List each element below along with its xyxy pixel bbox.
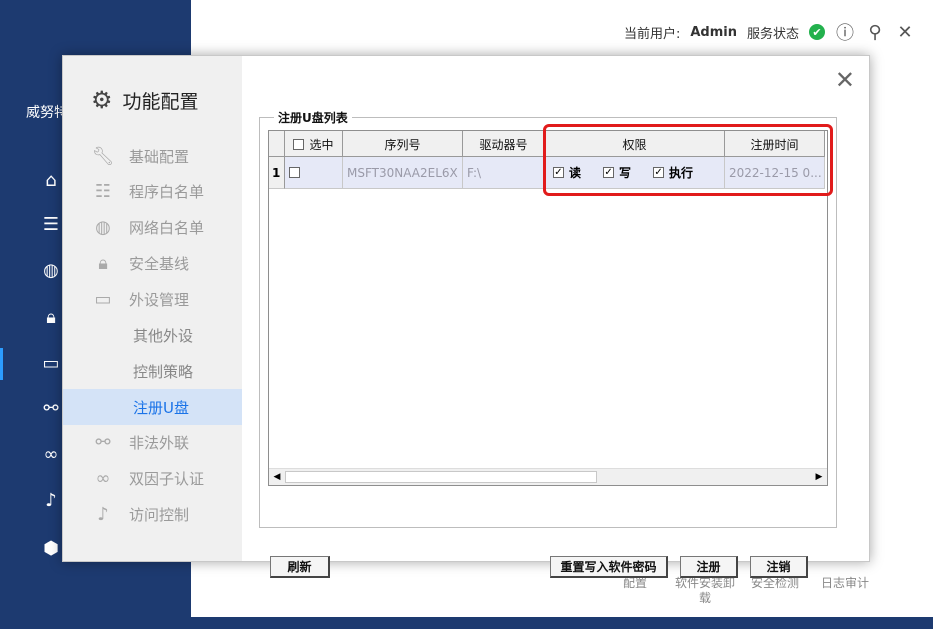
- nav-label: 非法外联: [129, 433, 190, 452]
- user-icon[interactable]: ⚲: [865, 22, 885, 43]
- nav-two-factor-auth[interactable]: ∞ 双因子认证: [63, 460, 242, 496]
- nav-other-peripherals[interactable]: 其他外设: [63, 317, 242, 353]
- nav-label: 程序白名单: [129, 182, 205, 201]
- app-bottom-bar: [0, 617, 933, 629]
- microphone-icon[interactable]: ♪: [38, 488, 64, 514]
- unregister-button[interactable]: 注销: [750, 556, 808, 578]
- service-status-label: 服务状态: [746, 26, 799, 42]
- refresh-button[interactable]: 刷新: [270, 556, 330, 578]
- nav-peripheral-mgmt[interactable]: ▭ 外设管理: [63, 281, 242, 317]
- tab-config[interactable]: 配置: [600, 576, 670, 606]
- nav-network-whitelist[interactable]: ◍ 网络白名单: [63, 209, 242, 245]
- nav-label: 外设管理: [129, 290, 190, 309]
- nav-label: 安全基线: [129, 254, 190, 273]
- row-checkbox[interactable]: [289, 167, 300, 178]
- group-title: 注册U盘列表: [274, 109, 352, 126]
- dialog-title-text: 功能配置: [122, 90, 199, 113]
- double-ring-icon: ∞: [95, 467, 111, 489]
- nav-control-policy[interactable]: 控制策略: [63, 353, 242, 389]
- row-header-corner: [269, 131, 285, 157]
- wrench-icon: 🔧︎: [91, 145, 115, 167]
- header-select[interactable]: 选中: [285, 131, 343, 157]
- double-ring-icon[interactable]: ∞: [38, 442, 64, 468]
- broken-link-icon: ⚯: [95, 431, 111, 453]
- register-button[interactable]: 注册: [680, 556, 738, 578]
- nav-label: 网络白名单: [129, 218, 205, 237]
- globe-icon[interactable]: ◍: [38, 258, 64, 284]
- tab-software-install[interactable]: 软件安装卸载: [670, 576, 740, 606]
- nav-label: 其他外设: [133, 326, 194, 345]
- monitor-icon[interactable]: ▭: [38, 351, 64, 377]
- reset-password-button[interactable]: 重置写入软件密码: [550, 556, 668, 578]
- scroll-left-icon[interactable]: ◀: [269, 469, 285, 485]
- shield-icon[interactable]: ⬢: [38, 536, 64, 562]
- header-drive[interactable]: 驱动器号: [463, 131, 545, 157]
- nav-label: 控制策略: [133, 362, 194, 381]
- scroll-right-icon[interactable]: ▶: [811, 469, 827, 485]
- dialog-sidebar: ⚙ 功能配置 🔧︎ 基础配置 ☷ 程序白名单 ◍ 网络白名单 🔒︎ 安全基线 ▭…: [63, 56, 242, 561]
- lock-icon: 🔒︎: [98, 252, 108, 274]
- microphone-icon: ♪: [97, 503, 109, 525]
- nav-security-baseline[interactable]: 🔒︎ 安全基线: [63, 245, 242, 281]
- tab-log-audit[interactable]: 日志审计: [810, 576, 880, 606]
- tab-security-check[interactable]: 安全检测: [740, 576, 810, 606]
- nav-register-usb[interactable]: 注册U盘: [63, 389, 242, 425]
- globe-icon: ◍: [95, 216, 111, 238]
- nav-label: 访问控制: [129, 505, 190, 524]
- horizontal-scrollbar[interactable]: ◀ ▶: [269, 468, 827, 485]
- active-indicator: [0, 348, 3, 380]
- dialog-close-icon[interactable]: ✕: [835, 66, 855, 94]
- status-ok-icon: ✔: [809, 24, 825, 40]
- nav-access-control[interactable]: ♪ 访问控制: [63, 496, 242, 532]
- row-select-cell[interactable]: [285, 157, 343, 189]
- permission-highlight-box: [543, 124, 833, 196]
- program-list-icon[interactable]: ☰: [38, 212, 64, 238]
- close-icon[interactable]: ✕: [895, 22, 915, 43]
- nav-label: 双因子认证: [129, 469, 205, 488]
- program-list-icon: ☷: [94, 180, 112, 202]
- select-all-checkbox[interactable]: [293, 138, 305, 150]
- current-user: Admin: [690, 24, 737, 40]
- bottom-tabs: 配置 软件安装卸载 安全检测 日志审计: [600, 576, 880, 606]
- nav-label: 注册U盘: [133, 398, 189, 417]
- top-bar: 当前用户: Admin 服务状态 ✔ ⓘ ⚲ ✕: [623, 20, 915, 45]
- dialog-title: ⚙ 功能配置: [91, 86, 199, 114]
- nav-basic-config[interactable]: 🔧︎ 基础配置: [63, 138, 242, 174]
- serial-cell: MSFT30NAA2EL6X: [343, 157, 463, 189]
- nav-label: 基础配置: [129, 147, 190, 166]
- info-icon[interactable]: ⓘ: [835, 22, 855, 44]
- gear-icon: ⚙: [91, 86, 113, 114]
- home-icon[interactable]: ⌂: [38, 168, 64, 194]
- drive-cell: F:\: [463, 157, 545, 189]
- broken-link-icon[interactable]: ⚯: [38, 396, 64, 422]
- scroll-thumb[interactable]: [285, 471, 597, 483]
- lock-icon[interactable]: 🔒︎: [38, 305, 64, 331]
- monitor-icon: ▭: [94, 288, 112, 310]
- nav-illegal-outreach[interactable]: ⚯ 非法外联: [63, 424, 242, 460]
- row-number: 1: [269, 157, 285, 189]
- current-user-label: 当前用户:: [623, 26, 681, 42]
- nav-program-whitelist[interactable]: ☷ 程序白名单: [63, 173, 242, 209]
- header-serial[interactable]: 序列号: [343, 131, 463, 157]
